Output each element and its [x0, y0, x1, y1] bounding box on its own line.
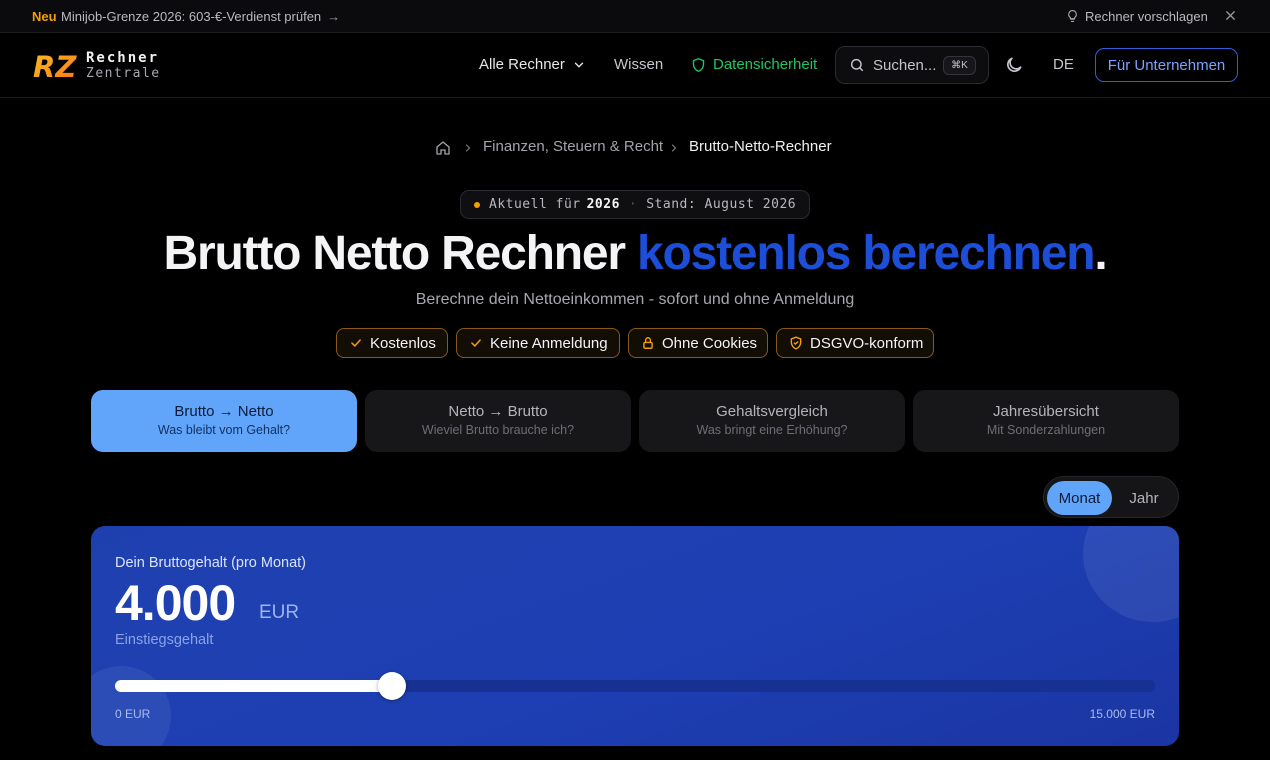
- badge-divider: ·: [628, 197, 638, 212]
- business-button[interactable]: Für Unternehmen: [1095, 48, 1238, 82]
- tab-jahresuebersicht[interactable]: Jahresübersicht Mit Sonderzahlungen: [913, 390, 1179, 452]
- feature-pill-ohne-cookies: Ohne Cookies: [628, 328, 768, 358]
- tab-subtitle: Was bleibt vom Gehalt?: [157, 423, 291, 437]
- tab-subtitle: Mit Sonderzahlungen: [986, 423, 1106, 437]
- suggest-calculator-link[interactable]: Rechner vorschlagen: [1066, 9, 1208, 24]
- search-placeholder: Suchen...: [873, 56, 937, 74]
- salary-slider[interactable]: [115, 672, 1155, 700]
- check-icon: [351, 339, 361, 347]
- breadcrumb-category[interactable]: Finanzen, Steuern & Recht: [483, 138, 663, 155]
- slider-max-label: 15.000 EUR: [1089, 707, 1155, 721]
- chevron-right-icon: [671, 144, 677, 152]
- tab-gehaltsvergleich[interactable]: Gehaltsvergleich Was bringt eine Erhöhun…: [639, 390, 905, 452]
- tab-title: Netto → Brutto: [448, 403, 548, 420]
- feature-pill-dsgvo: DSGVO-konform: [776, 328, 934, 358]
- shield-icon: [692, 57, 705, 72]
- main-header: RZ Rechner Zentrale Alle Rechner Wissen …: [0, 33, 1270, 98]
- announcement-text: Minijob-Grenze 2026: 603-€-Verdienst prü…: [61, 8, 322, 24]
- lock-icon: [643, 337, 653, 349]
- lightbulb-icon: [1068, 10, 1077, 22]
- title-main: Brutto Netto Rechner: [163, 227, 627, 280]
- logo-line1: Rechner: [86, 50, 160, 66]
- language-switch[interactable]: DE: [1053, 56, 1074, 73]
- svg-text:RZ: RZ: [33, 52, 77, 80]
- check-icon: [471, 339, 481, 347]
- toggle-monat[interactable]: Monat: [1047, 481, 1112, 515]
- feature-label: Ohne Cookies: [662, 334, 758, 352]
- close-icon[interactable]: [1223, 8, 1238, 23]
- keyboard-shortcut: ⌘K: [943, 56, 976, 75]
- new-tag: Neu: [32, 8, 57, 24]
- nav-all-label: Alle Rechner: [479, 56, 565, 73]
- home-icon[interactable]: [435, 140, 451, 156]
- announcement-bar: Neu Minijob-Grenze 2026: 603-€-Verdienst…: [0, 0, 1270, 33]
- salary-hint: Einstiegsgehalt: [115, 632, 214, 648]
- nav-wissen[interactable]: Wissen: [614, 56, 663, 73]
- nav-datensicherheit-label: Datensicherheit: [713, 56, 818, 73]
- feature-label: Keine Anmeldung: [490, 334, 608, 352]
- toggle-jahr[interactable]: Jahr: [1116, 481, 1172, 515]
- slider-min-label: 0 EUR: [115, 707, 151, 721]
- suggest-label: Rechner vorschlagen: [1085, 8, 1208, 24]
- breadcrumb-current: Brutto-Netto-Rechner: [689, 138, 832, 155]
- nav-datensicherheit[interactable]: Datensicherheit: [691, 56, 817, 73]
- tab-subtitle: Was bringt eine Erhöhung?: [696, 423, 848, 437]
- tab-subtitle: Wieviel Brutto brauche ich?: [421, 423, 575, 437]
- feature-label: Kostenlos: [370, 334, 436, 352]
- decorative-circle: [91, 666, 171, 746]
- feature-pill-keine-anmeldung: Keine Anmeldung: [456, 328, 620, 358]
- page-subtitle: Berechne dein Nettoeinkommen - sofort un…: [415, 291, 855, 308]
- announcement-link[interactable]: Minijob-Grenze 2026: 603-€-Verdienst prü…: [61, 9, 340, 24]
- tab-netto-brutto[interactable]: Netto → Brutto Wieviel Brutto brauche ic…: [365, 390, 631, 452]
- title-end: .: [1094, 227, 1107, 280]
- feature-label: DSGVO-konform: [810, 334, 924, 352]
- logo-line2: Zentrale: [86, 66, 161, 81]
- tab-title: Jahresübersicht: [993, 403, 1099, 420]
- moon-icon[interactable]: [1004, 55, 1024, 75]
- status-dot: [474, 201, 480, 208]
- salary-label: Dein Bruttogehalt (pro Monat): [115, 555, 307, 571]
- logo[interactable]: RZ Rechner Zentrale: [33, 50, 161, 82]
- badge-prefix: Aktuell für: [489, 197, 581, 212]
- chevron-down-icon: [574, 62, 584, 67]
- nav-all-calculators[interactable]: Alle Rechner: [479, 56, 586, 73]
- salary-currency: EUR: [259, 602, 300, 623]
- arrow-right-icon: →: [327, 8, 341, 24]
- badge-year: 2026: [586, 197, 620, 212]
- tab-title: Brutto → Netto: [174, 403, 274, 420]
- shield-icon: [790, 336, 802, 350]
- title-accent: kostenlos berechnen: [637, 227, 1096, 280]
- tab-title: Gehaltsvergleich: [716, 403, 828, 420]
- search-box[interactable]: Suchen... ⌘K: [835, 46, 989, 84]
- feature-pill-kostenlos: Kostenlos: [336, 328, 448, 358]
- badge-stand: Stand: August 2026: [646, 197, 797, 212]
- rz-logo-icon: RZ: [33, 52, 77, 80]
- slider-fill: [115, 680, 392, 692]
- slider-thumb[interactable]: [378, 672, 406, 700]
- update-badge: Aktuell für 2026 · Stand: August 2026: [460, 190, 810, 219]
- tab-brutto-netto[interactable]: Brutto → Netto Was bleibt vom Gehalt?: [91, 390, 357, 452]
- search-icon: [850, 58, 864, 72]
- salary-amount[interactable]: 4.000: [115, 574, 236, 632]
- chevron-right-icon: [465, 144, 471, 152]
- period-toggle: Monat Jahr: [1043, 476, 1179, 518]
- page-title: Brutto Netto Rechner kostenlos berechnen…: [0, 226, 1270, 281]
- decorative-circle: [1083, 526, 1179, 622]
- salary-card: Dein Bruttogehalt (pro Monat) 4.000 EUR …: [91, 526, 1179, 746]
